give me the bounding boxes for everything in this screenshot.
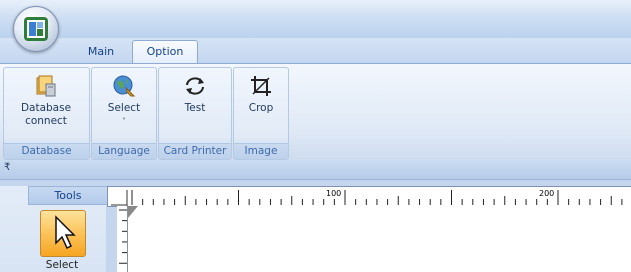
quick-access-toolbar: ₹ xyxy=(0,160,631,180)
group-image: Crop Image xyxy=(233,67,289,160)
group-label-database: Database xyxy=(4,143,89,159)
database-connect-line1: Database xyxy=(20,102,72,114)
language-select-label: Select xyxy=(107,102,141,114)
ruler-label-200: 200 xyxy=(539,189,554,198)
ribbon-panel: Database connect Database Select ˅ Langu… xyxy=(0,63,631,161)
database-connect-icon xyxy=(36,75,56,97)
crop-label: Crop xyxy=(248,102,274,114)
test-button[interactable]: Test xyxy=(164,74,226,115)
language-select-button[interactable]: Select ˅ xyxy=(94,74,154,128)
application-menu-button[interactable] xyxy=(13,6,59,52)
title-bar xyxy=(0,0,631,38)
rotate-icon xyxy=(186,77,204,95)
canvas-corner-marker xyxy=(128,206,138,218)
customize-toolbar-icon[interactable]: ₹ xyxy=(4,162,10,173)
ribbon-tab-strip: Main Option xyxy=(0,38,631,63)
crop-button[interactable]: Crop xyxy=(236,74,286,115)
database-connect-button[interactable]: Database connect xyxy=(6,74,86,128)
ruler-corner xyxy=(107,186,129,207)
design-canvas[interactable] xyxy=(128,206,631,272)
database-connect-line2: connect xyxy=(25,115,67,127)
globe-icon xyxy=(113,75,136,97)
select-tool-label: Select xyxy=(45,259,79,271)
chevron-down-icon: ˅ xyxy=(122,117,126,126)
crop-icon xyxy=(251,76,271,96)
tab-main[interactable]: Main xyxy=(80,41,122,62)
group-card-printer: Test Card Printer xyxy=(158,67,232,160)
group-language: Select ˅ Language xyxy=(91,67,157,160)
ruler-label-100: 100 xyxy=(326,189,341,198)
group-label-image: Image xyxy=(234,143,288,159)
test-label: Test xyxy=(184,102,206,114)
tab-option[interactable]: Option xyxy=(132,40,198,63)
app-logo-icon xyxy=(24,17,48,41)
tools-header: Tools xyxy=(28,186,108,205)
group-database: Database connect Database xyxy=(3,67,90,160)
group-label-language: Language xyxy=(92,143,156,159)
group-label-card-printer: Card Printer xyxy=(159,143,231,159)
vertical-ruler xyxy=(117,206,128,272)
arrow-pointer-icon xyxy=(55,215,76,250)
select-tool-button[interactable] xyxy=(40,210,86,257)
horizontal-ruler: 100 200 xyxy=(128,186,631,207)
